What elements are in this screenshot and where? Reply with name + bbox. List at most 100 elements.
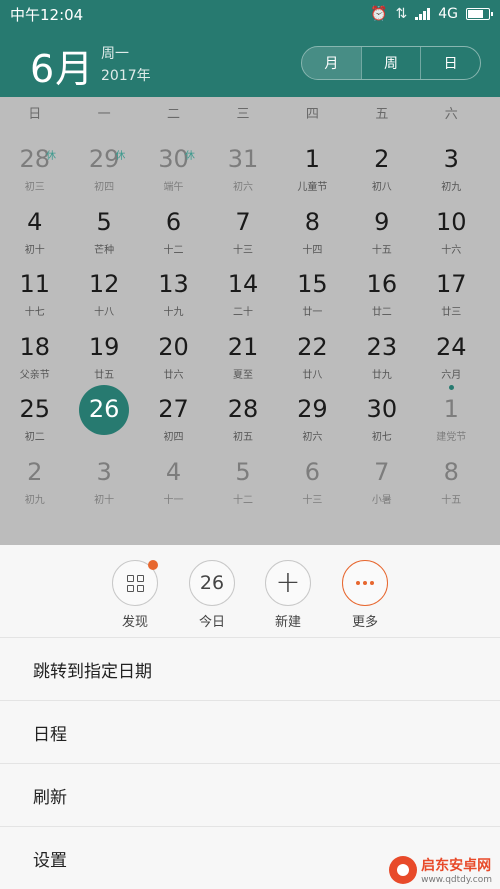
calendar-day[interactable]: 7 小暑 <box>347 446 416 509</box>
day-number: 1 <box>443 395 459 423</box>
calendar-day[interactable]: 8 十四 <box>278 196 347 259</box>
calendar-day[interactable]: 17 廿三 <box>417 258 486 321</box>
holiday-tag: 休 <box>46 151 56 162</box>
weekday-tue: 二 <box>167 107 181 122</box>
calendar-day[interactable]: 2 初八 <box>347 133 416 196</box>
day-number: 6 <box>304 457 321 486</box>
calendar-day[interactable]: 30 休端午 <box>139 133 208 196</box>
lunar-date: 六月 <box>441 369 462 381</box>
lunar-date: 芒种 <box>94 244 115 256</box>
today-label: 今日 <box>198 615 225 630</box>
lunar-date: 儿童节 <box>297 182 328 193</box>
calendar-day[interactable]: 29 休初四 <box>69 133 138 196</box>
alarm-icon: ⏰ <box>370 6 388 22</box>
today-button[interactable]: 26 今日 <box>182 560 242 630</box>
calendar-day[interactable]: 24 六月 <box>417 321 486 384</box>
new-label: 新建 <box>274 615 301 630</box>
view-switcher: 月 周 日 <box>301 46 481 80</box>
calendar-day[interactable]: 27 初四 <box>139 383 208 446</box>
calendar-day[interactable]: 14 二十 <box>208 258 277 321</box>
discover-button[interactable]: 发现 <box>105 560 165 630</box>
lunar-date: 二十 <box>232 307 253 318</box>
day-number: 3 <box>96 457 112 486</box>
lunar-date: 十五 <box>441 494 462 506</box>
calendar-day[interactable]: 23 廿九 <box>347 321 416 384</box>
weekday-wed: 三 <box>236 107 250 122</box>
tab-day-view[interactable]: 日 <box>420 47 480 79</box>
calendar-day[interactable]: 3 初十 <box>69 446 138 509</box>
calendar-day[interactable]: 21 夏至 <box>208 321 277 384</box>
calendar-day[interactable]: 16 廿二 <box>347 258 416 321</box>
day-number: 4 <box>27 207 43 236</box>
tab-month-view[interactable]: 月 <box>302 47 361 79</box>
lunar-date: 初十 <box>94 494 115 506</box>
lunar-date: 初七 <box>371 432 392 443</box>
calendar-day[interactable]: 8 十五 <box>417 446 486 509</box>
calendar-day[interactable]: 7 十三 <box>208 196 277 259</box>
day-number: 25 <box>19 395 50 423</box>
lunar-date: 初九 <box>24 494 45 506</box>
calendar-day[interactable]: 6 十三 <box>278 446 347 509</box>
new-event-button[interactable]: + 新建 <box>258 560 318 630</box>
menu-item-schedule[interactable]: 日程 <box>0 700 500 763</box>
tab-week-view[interactable]: 周 <box>360 47 421 79</box>
calendar-day[interactable]: 18 父亲节 <box>0 321 69 384</box>
menu-item-refresh[interactable]: 刷新 <box>0 763 500 826</box>
calendar-day-today[interactable]: 26 <box>69 383 138 446</box>
lunar-date: 廿六 <box>163 369 184 381</box>
calendar-day[interactable]: 11 十七 <box>0 258 69 321</box>
day-number: 1 <box>304 145 321 173</box>
day-number: 29 <box>88 145 120 173</box>
calendar-day[interactable]: 25 初二 <box>0 383 69 446</box>
status-time: 中午12:04 <box>10 5 84 24</box>
day-number: 30 <box>158 145 189 173</box>
calendar-day[interactable]: 5 芒种 <box>69 196 138 259</box>
calendar-day[interactable]: 29 初六 <box>278 383 347 446</box>
month-title[interactable]: 6月 <box>30 38 94 93</box>
more-button[interactable]: 更多 <box>335 560 395 630</box>
calendar-day[interactable]: 31 初六 <box>208 133 277 196</box>
calendar-day[interactable]: 15 廿一 <box>278 258 347 321</box>
calendar-day[interactable]: 19 廿五 <box>69 321 138 384</box>
lunar-date: 初六 <box>302 432 323 443</box>
calendar-day[interactable]: 30 初七 <box>347 383 416 446</box>
calendar-day[interactable]: 28 初五 <box>208 383 277 446</box>
calendar-day[interactable]: 28 休初三 <box>0 133 69 196</box>
day-number: 8 <box>443 457 459 486</box>
network-type: 4G <box>438 6 458 22</box>
calendar-day[interactable]: 1 儿童节 <box>278 133 347 196</box>
lunar-date: 初五 <box>232 432 253 443</box>
weekday-thu: 四 <box>305 107 319 122</box>
calendar-week-row: 2 初九 3 初十 4 十一 5 十二 6 十三 7 小暑 8 十五 <box>0 446 500 509</box>
calendar-day[interactable]: 13 十九 <box>139 258 208 321</box>
calendar-day[interactable]: 2 初九 <box>0 446 69 509</box>
day-number: 30 <box>366 395 398 423</box>
calendar-day[interactable]: 5 十二 <box>208 446 277 509</box>
calendar-day[interactable]: 12 十八 <box>69 258 138 321</box>
day-number: 3 <box>443 145 459 173</box>
lunar-date: 初三 <box>24 182 45 193</box>
calendar-day[interactable]: 10 十六 <box>417 196 486 259</box>
notification-dot <box>148 560 158 570</box>
calendar-day[interactable]: 20 廿六 <box>139 321 208 384</box>
day-number: 16 <box>366 270 398 298</box>
day-number: 28 <box>227 395 259 423</box>
year-label: 2017年 <box>101 68 151 84</box>
calendar-day[interactable]: 6 十二 <box>139 196 208 259</box>
day-number: 10 <box>435 207 467 236</box>
more-menu: 跳转到指定日期 日程 刷新 设置 <box>0 637 500 889</box>
day-number: 23 <box>366 332 398 361</box>
calendar-day[interactable]: 4 十一 <box>139 446 208 509</box>
calendar-week-row: 25 初二 26 27 初四 28 初五 29 初六 30 初七 1 建党节 <box>0 383 500 446</box>
lunar-date: 十八 <box>94 307 115 318</box>
calendar-day[interactable]: 9 十五 <box>347 196 416 259</box>
calendar-day[interactable]: 22 廿八 <box>278 321 347 384</box>
menu-item-goto-date[interactable]: 跳转到指定日期 <box>0 637 500 700</box>
lunar-date: 初四 <box>94 182 115 193</box>
event-dot <box>448 385 454 390</box>
today-date-icon: 26 <box>199 572 225 594</box>
calendar-day[interactable]: 4 初十 <box>0 196 69 259</box>
day-number: 20 <box>158 332 189 361</box>
calendar-day[interactable]: 1 建党节 <box>417 383 486 446</box>
calendar-day[interactable]: 3 初九 <box>417 133 486 196</box>
